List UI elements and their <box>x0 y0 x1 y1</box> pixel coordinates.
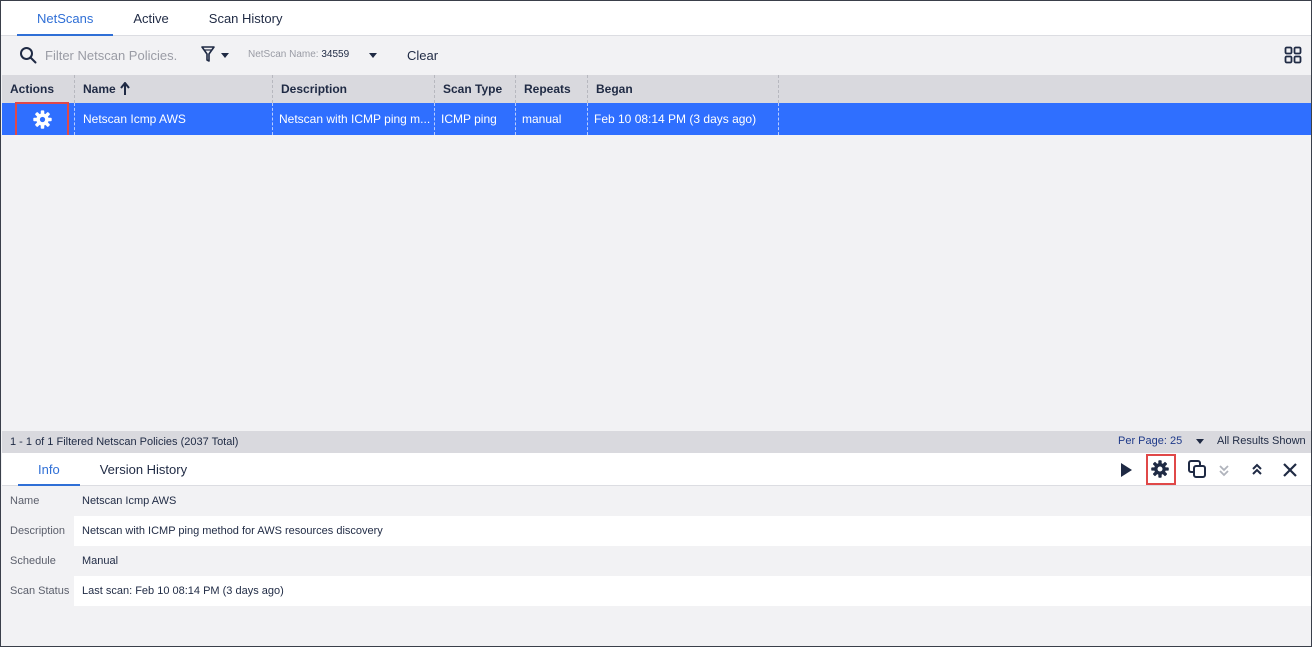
detail-label: Name <box>2 486 74 516</box>
row-filler-cell <box>779 103 1311 135</box>
gear-icon <box>32 110 52 129</box>
row-began: Feb 10 08:14 PM (3 days ago) <box>594 112 757 126</box>
column-header-filler <box>779 75 1311 103</box>
chip-dropdown-caret-icon[interactable] <box>369 53 377 58</box>
row-began-cell: Feb 10 08:14 PM (3 days ago) <box>588 103 779 135</box>
detail-label: Schedule <box>2 546 74 576</box>
column-header-began[interactable]: Began <box>588 75 779 103</box>
clear-button[interactable]: Clear <box>407 48 438 63</box>
column-description-label: Description <box>281 82 348 96</box>
filter-dropdown-caret-icon[interactable] <box>221 53 229 58</box>
search-icon[interactable] <box>19 46 37 64</box>
chevron-double-up-icon[interactable] <box>1250 461 1264 479</box>
results-status-bar: 1 - 1 of 1 Filtered Netscan Policies (20… <box>2 431 1311 453</box>
detail-row-name: Name Netscan Icmp AWS <box>2 486 1311 516</box>
tab-info-label: Info <box>38 461 60 477</box>
column-header-repeats[interactable]: Repeats <box>516 75 588 103</box>
filter-toolbar: NetScan Name: 34559 Clear <box>1 37 1311 74</box>
tab-netscans-label: NetScans <box>37 10 94 26</box>
column-header-scan-type[interactable]: Scan Type <box>435 75 516 103</box>
tab-active-label: Active <box>133 10 169 26</box>
close-icon[interactable] <box>1281 461 1299 479</box>
clone-icon[interactable] <box>1187 459 1207 479</box>
grid-view-icon[interactable] <box>1284 46 1302 64</box>
tab-version-history-label: Version History <box>99 461 188 477</box>
row-description-cell: Netscan with ICMP ping m... <box>273 103 435 135</box>
tab-netscans[interactable]: NetScans <box>17 1 114 36</box>
column-header-name[interactable]: Name <box>75 75 273 103</box>
row-name-cell: Netscan Icmp AWS <box>75 103 273 135</box>
detail-value: Last scan: Feb 10 08:14 PM (3 days ago) <box>74 576 1311 606</box>
netscan-name-filter-chip[interactable]: NetScan Name: 34559 <box>248 49 349 60</box>
column-name-label: Name <box>83 82 116 96</box>
filter-chip-label: NetScan Name: <box>248 49 319 60</box>
column-header-description[interactable]: Description <box>273 75 435 103</box>
tab-version-history[interactable]: Version History <box>80 453 207 485</box>
detail-tabs: Info Version History <box>2 453 1311 486</box>
settings-highlight <box>1146 454 1176 485</box>
sort-ascending-icon <box>119 82 130 95</box>
results-summary: 1 - 1 of 1 Filtered Netscan Policies (20… <box>10 436 239 448</box>
row-scan-type-cell: ICMP ping <box>435 103 516 135</box>
detail-value: Manual <box>74 546 1311 576</box>
row-repeats: manual <box>522 112 562 126</box>
results-shown-text: All Results Shown <box>1217 435 1306 447</box>
row-repeats-cell: manual <box>516 103 588 135</box>
detail-row-scan-status: Scan Status Last scan: Feb 10 08:14 PM (… <box>2 576 1311 606</box>
tab-scan-history[interactable]: Scan History <box>189 1 303 35</box>
tab-active[interactable]: Active <box>113 1 188 35</box>
table-header: Actions Name Description Scan Type Repea… <box>2 75 1311 103</box>
column-repeats-label: Repeats <box>524 82 571 96</box>
per-page-select[interactable]: Per Page: 25 <box>1118 435 1182 447</box>
row-name: Netscan Icmp AWS <box>83 112 186 126</box>
tab-info[interactable]: Info <box>18 453 80 486</box>
column-actions-label: Actions <box>10 82 55 96</box>
filter-chip-value: 34559 <box>321 49 350 60</box>
app-frame: NetScans Active Scan History NetScan Nam… <box>0 0 1312 647</box>
tab-scan-history-label: Scan History <box>208 10 283 26</box>
column-began-label: Began <box>596 82 633 96</box>
detail-label: Description <box>2 516 74 546</box>
detail-value: Netscan Icmp AWS <box>74 486 1311 516</box>
filter-icon[interactable] <box>200 45 216 63</box>
column-scan-type-label: Scan Type <box>443 82 503 96</box>
row-settings-button[interactable] <box>15 102 69 137</box>
main-tabs: NetScans Active Scan History <box>1 1 1311 36</box>
detail-value: Netscan with ICMP ping method for AWS re… <box>74 516 1311 546</box>
table-empty-area <box>2 135 1311 431</box>
search-input[interactable] <box>45 45 185 65</box>
chevron-double-down-icon <box>1219 465 1229 477</box>
detail-row-schedule: Schedule Manual <box>2 546 1311 576</box>
row-description: Netscan with ICMP ping m... <box>279 112 431 126</box>
table-row[interactable]: Netscan Icmp AWS Netscan with ICMP ping … <box>2 103 1311 135</box>
row-scan-type: ICMP ping <box>441 112 497 126</box>
per-page-caret-icon[interactable] <box>1196 439 1204 444</box>
detail-label: Scan Status <box>2 576 74 606</box>
detail-row-description: Description Netscan with ICMP ping metho… <box>2 516 1311 546</box>
column-header-actions[interactable]: Actions <box>2 75 75 103</box>
play-icon[interactable] <box>1117 461 1135 479</box>
